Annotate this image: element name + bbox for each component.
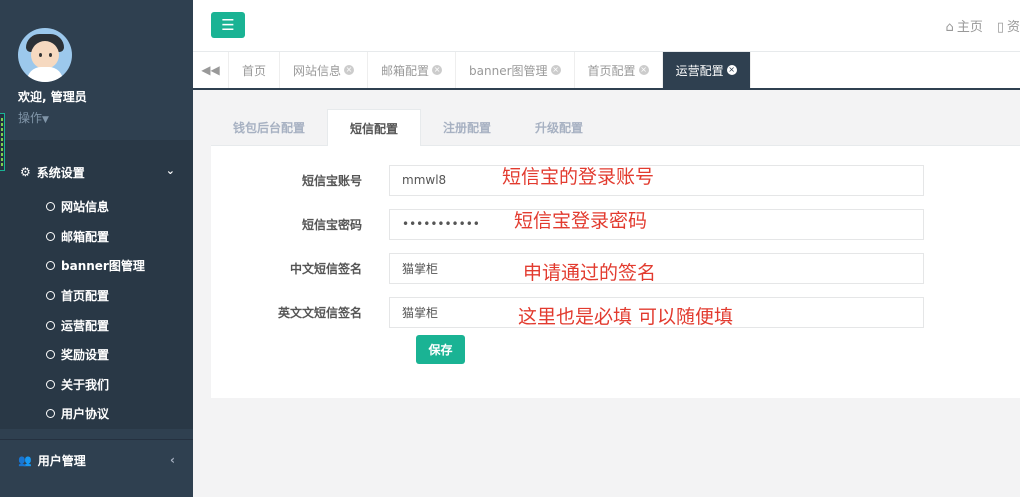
chevron-down-icon: ⌄ (165, 164, 175, 177)
gears-icon: ⚙ (20, 165, 31, 179)
menu-group-system: ⚙ 系统设置 ⌄ 网站信息 邮箱配置 banner图管理 首页配置 运营配置 奖… (0, 152, 193, 429)
tab-label: 首页 (242, 63, 267, 78)
docs-link[interactable]: ▯ 资 (997, 16, 1020, 35)
bars-icon: ☰ (221, 16, 235, 34)
sms-password-input[interactable]: ••••••••••• (389, 208, 924, 240)
menu-head-label: 用户管理 (37, 454, 86, 468)
circle-icon (46, 350, 55, 360)
circle-icon (46, 231, 55, 241)
tab-label: 首页配置 (587, 63, 636, 78)
sidebar-item-label: 奖励设置 (61, 348, 110, 363)
field-label: 英文文短信签名 (277, 305, 362, 320)
subtab-sms[interactable]: 短信配置 (327, 109, 422, 147)
ops-dropdown[interactable]: 操作▼ (18, 109, 193, 126)
tab-operation[interactable]: 运营配置 × (662, 52, 751, 88)
sidebar-item-operation[interactable]: 运营配置 (0, 310, 193, 340)
file-icon: ▯ (996, 20, 1004, 35)
chevron-left-icon: ‹ (170, 453, 175, 467)
field-label: 中文短信签名 (289, 261, 362, 276)
subtabs: 钱包后台配置 短信配置 注册配置 升级配置 (211, 108, 1020, 147)
circle-icon (46, 261, 55, 271)
tab-label: banner图管理 (469, 63, 548, 78)
circle-icon (46, 291, 55, 301)
sidebar-item-reward[interactable]: 奖励设置 (0, 340, 193, 370)
subtab-upgrade[interactable]: 升级配置 (513, 108, 605, 146)
sms-account-input[interactable]: mmwl8 (389, 164, 924, 196)
sidebar-item-mail[interactable]: 邮箱配置 (0, 222, 193, 252)
docs-label: 资 (1006, 20, 1020, 35)
menu-head-user-management[interactable]: 👥 用户管理 ‹ (0, 439, 193, 481)
circle-icon (46, 202, 55, 212)
sidebar-item-label: 邮箱配置 (61, 229, 110, 244)
cn-signature-input[interactable]: 猫掌柜 (389, 252, 924, 284)
sidebar-item-site-info[interactable]: 网站信息 (0, 192, 193, 222)
profile: 欢迎, 管理员 操作▼ (0, 0, 193, 140)
form-row: 中文短信签名 猫掌柜 申请通过的签名 (211, 246, 1020, 290)
sidebar-item-banner[interactable]: banner图管理 (0, 251, 193, 281)
form-row: 英文文短信签名 猫掌柜 这里也是必填 可以随便填 (211, 290, 1020, 334)
welcome-text: 欢迎, 管理员 (18, 90, 87, 104)
tab-mail[interactable]: 邮箱配置 × (368, 52, 457, 88)
form-row: 短信宝密码 ••••••••••• 短信宝登录密码 (211, 202, 1020, 246)
field-label: 短信宝密码 (301, 217, 362, 232)
avatar[interactable] (18, 28, 72, 82)
sidebar-item-about[interactable]: 关于我们 (0, 370, 193, 400)
content: 钱包后台配置 短信配置 注册配置 升级配置 短信宝账号 mmwl8 短信宝的登录… (211, 108, 1020, 398)
ops-label: 操作 (18, 111, 43, 125)
circle-icon (46, 320, 55, 330)
tab-banner[interactable]: banner图管理 × (456, 52, 575, 88)
close-icon[interactable]: × (432, 65, 443, 75)
field-label: 短信宝账号 (301, 173, 362, 188)
circle-icon (46, 409, 55, 419)
close-icon[interactable]: × (638, 65, 649, 75)
sidebar-item-label: 运营配置 (61, 318, 110, 333)
annotation-text: 这里也是必填 可以随便填 (518, 306, 734, 328)
sidebar-item-label: banner图管理 (61, 259, 145, 274)
tab-home-config[interactable]: 首页配置 × (575, 52, 663, 88)
tab-home[interactable]: 首页 (229, 52, 281, 88)
close-icon[interactable]: × (550, 65, 561, 75)
sidebar-item-label: 首页配置 (61, 289, 110, 304)
sidebar-item-label: 用户协议 (61, 407, 110, 422)
annotation-text: 短信宝登录密码 (514, 210, 648, 232)
sidebar-item-label: 网站信息 (61, 200, 110, 215)
menu-toggle-button[interactable]: ☰ (211, 12, 245, 38)
backward-icon: ◀◀ (201, 63, 220, 77)
sidebar: 欢迎, 管理员 操作▼ ⚙ 系统设置 ⌄ 网站信息 邮箱配置 banner图管理… (0, 0, 193, 497)
top-right-nav: ⌂ 主页 ▯ 资 (946, 16, 1020, 35)
form-row: 短信宝账号 mmwl8 短信宝的登录账号 (211, 158, 1020, 202)
sidebar-item-home-config[interactable]: 首页配置 (0, 281, 193, 311)
annotation-text: 申请通过的签名 (523, 262, 657, 284)
tab-label: 邮箱配置 (381, 63, 430, 78)
annotation-text: 短信宝的登录账号 (502, 166, 655, 188)
home-label: 主页 (956, 20, 983, 35)
close-icon[interactable]: × (726, 65, 737, 75)
sms-form: 短信宝账号 mmwl8 短信宝的登录账号 短信宝密码 ••••••••••• 短… (211, 146, 1020, 398)
sidebar-item-agreement[interactable]: 用户协议 (0, 399, 193, 429)
users-icon: 👥 (18, 454, 32, 467)
circle-icon (46, 379, 55, 389)
save-button[interactable]: 保存 (416, 335, 465, 364)
tabs-scroll-left-button[interactable]: ◀◀ (193, 52, 229, 88)
home-link[interactable]: ⌂ 主页 (946, 16, 983, 35)
tab-label: 运营配置 (675, 63, 724, 78)
subtab-register[interactable]: 注册配置 (421, 108, 513, 146)
close-icon[interactable]: × (344, 65, 355, 75)
page-tabs: ◀◀ 首页 网站信息 × 邮箱配置 × banner图管理 × 首页配置 × 运营配置 × (193, 52, 1020, 90)
menu-head-label: 系统设置 (36, 165, 85, 180)
topbar: ☰ ⌂ 主页 ▯ 资 (193, 0, 1020, 52)
home-icon: ⌂ (945, 20, 954, 35)
caret-down-icon: ▼ (42, 115, 49, 125)
subtab-wallet[interactable]: 钱包后台配置 (211, 108, 327, 146)
tab-label: 网站信息 (293, 63, 342, 78)
tab-site-info[interactable]: 网站信息 × (280, 52, 369, 88)
menu-head-system-settings[interactable]: ⚙ 系统设置 ⌄ (0, 152, 193, 192)
sidebar-item-label: 关于我们 (61, 377, 110, 392)
